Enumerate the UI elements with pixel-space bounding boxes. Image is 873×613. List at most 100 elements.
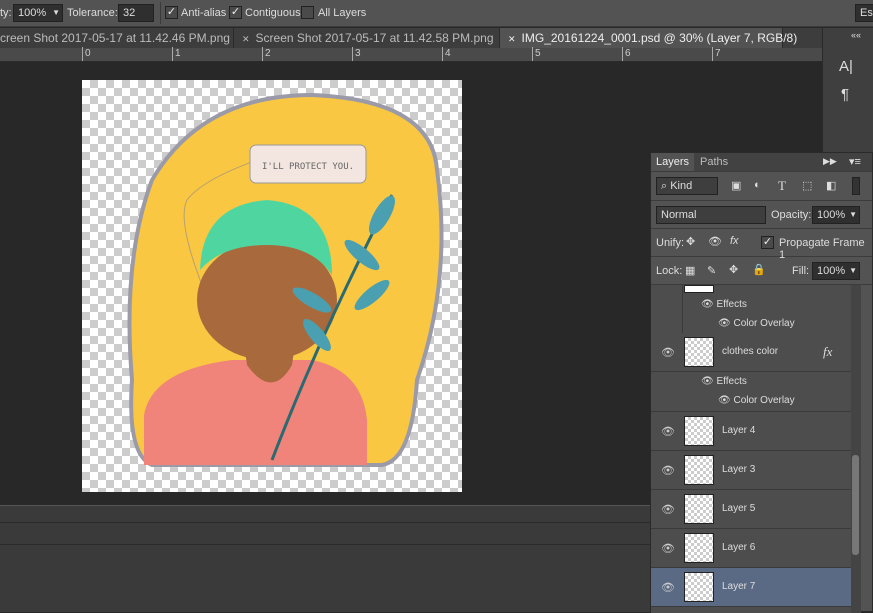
blend-row: Normal Opacity: 100% ▼ <box>651 201 872 229</box>
tab-screenshot-2[interactable]: ✕ Screen Shot 2017-05-17 at 11.42.58 PM.p… <box>234 28 500 48</box>
eye-icon[interactable]: 👁 <box>718 395 733 406</box>
lock-position-icon[interactable]: ✥ <box>729 263 738 276</box>
color-overlay-row[interactable]: 👁 Color Overlay <box>718 314 795 333</box>
layer-thumbnail <box>684 572 714 602</box>
color-overlay-row[interactable]: 👁 Color Overlay <box>718 391 795 410</box>
fill-field[interactable]: 100% ▼ <box>812 262 860 280</box>
layer-name: Layer 3 <box>722 464 756 475</box>
layer-row-layer-4[interactable]: 👁 Layer 4 <box>651 412 851 451</box>
adjustment-filter-icon[interactable]: ◐ <box>754 179 761 191</box>
filter-toggle[interactable] <box>852 177 860 195</box>
layer-name: Layer 5 <box>722 503 756 514</box>
opacity-field[interactable]: 100% ▼ <box>13 4 63 22</box>
panel-menu-icon[interactable]: ▾≡ <box>849 155 861 168</box>
document-tabs: creen Shot 2017-05-17 at 11.42.46 PM.png… <box>0 28 822 48</box>
all-layers-label: All Layers <box>318 7 367 19</box>
unify-style-icon[interactable]: fx <box>730 235 739 247</box>
anti-alias-checkbox[interactable]: ✓ <box>165 6 178 19</box>
layer-thumbnail <box>684 533 714 563</box>
tolerance-input[interactable]: 32 <box>118 4 154 22</box>
ruler-label: 7 <box>715 48 721 59</box>
shirt <box>144 360 367 465</box>
layers-scrollbar[interactable] <box>851 285 861 613</box>
speech-text: I'LL PROTECT YOU. <box>262 162 354 172</box>
effects-label: Effects <box>716 376 747 387</box>
tab-paths[interactable]: Paths <box>700 156 728 168</box>
contiguous-checkbox[interactable]: ✓ <box>229 6 242 19</box>
effects-label: Effects <box>716 299 747 310</box>
scrollbar-thumb[interactable] <box>852 455 859 555</box>
propagate-frame-checkbox[interactable]: ✓ <box>761 236 774 249</box>
image-filter-icon[interactable]: ▣ <box>731 179 741 192</box>
fx-icon[interactable]: fx <box>823 344 832 360</box>
contiguous-label: Contiguous <box>245 7 301 19</box>
eye-icon[interactable]: 👁 <box>661 581 675 594</box>
divider <box>160 2 161 24</box>
ruler-label: 1 <box>175 48 181 59</box>
color-overlay-label: Color Overlay <box>733 395 795 406</box>
close-icon[interactable]: ✕ <box>242 34 250 44</box>
unify-row: Unify: ✥ 👁 fx ✓ Propagate Frame 1 <box>651 229 872 261</box>
effects-row[interactable]: 👁 Effects <box>701 372 747 391</box>
shape-filter-icon[interactable]: ⬚ <box>802 179 812 192</box>
anti-alias-label: Anti-alias <box>181 7 227 19</box>
effects-row[interactable]: 👁 Effects <box>701 295 747 314</box>
layer-row-layer-7-selected[interactable]: 👁 Layer 7 <box>651 568 851 607</box>
tab-psd[interactable]: ✕ IMG_20161224_0001.psd @ 30% (Layer 7, R… <box>500 28 797 48</box>
lock-label: Lock: <box>656 265 683 277</box>
opacity-label: Opacity: <box>771 209 812 221</box>
opacity-value: 100% <box>817 209 846 221</box>
eye-icon[interactable]: 👁 <box>661 346 675 359</box>
eye-icon[interactable]: 👁 <box>718 318 733 329</box>
eye-icon[interactable]: 👁 <box>661 425 675 438</box>
ruler-label: 4 <box>445 48 451 59</box>
paragraph-panel-icon[interactable]: ¶ <box>841 86 849 103</box>
layer-name: clothes color <box>722 346 779 357</box>
eye-icon[interactable]: 👁 <box>701 299 716 310</box>
tab-label: IMG_20161224_0001.psd @ 30% (Layer 7, RG… <box>521 31 798 45</box>
ruler-label: 3 <box>355 48 361 59</box>
eye-icon[interactable]: 👁 <box>661 542 675 555</box>
eye-icon[interactable]: 👁 <box>661 464 675 477</box>
lock-row: Lock: ▦ ✎ ✥ 🔒 Fill: 100% ▼ <box>651 257 872 285</box>
ruler-label: 0 <box>85 48 91 59</box>
layer-row-layer-5[interactable]: 👁 Layer 5 <box>651 490 851 529</box>
layer-name: Layer 4 <box>722 425 756 436</box>
horizontal-ruler: 0 1 2 3 4 5 6 7 <box>0 47 822 62</box>
tab-screenshot-1[interactable]: creen Shot 2017-05-17 at 11.42.46 PM.png <box>0 28 234 48</box>
kind-filter-select[interactable]: ⌕ Kind <box>656 177 718 195</box>
bottom-panel <box>0 505 650 612</box>
tab-layers[interactable]: Layers <box>651 153 695 171</box>
close-icon[interactable]: ✕ <box>508 34 516 44</box>
character-panel-icon[interactable]: A| <box>839 58 853 75</box>
lock-all-icon[interactable]: 🔒 <box>752 263 766 276</box>
eye-icon[interactable]: 👁 <box>661 503 675 516</box>
unify-visibility-icon[interactable]: 👁 <box>708 235 722 248</box>
layer-thumbnail <box>684 337 714 367</box>
unify-position-icon[interactable]: ✥ <box>686 235 695 248</box>
layer-opacity-field[interactable]: 100% ▼ <box>812 206 860 224</box>
smart-object-filter-icon[interactable]: ◧ <box>826 179 836 192</box>
type-filter-icon[interactable]: T <box>778 178 786 194</box>
document-canvas[interactable]: I'LL PROTECT YOU. <box>82 80 462 492</box>
tab-label: Screen Shot 2017-05-17 at 11.42.58 PM.pn… <box>255 31 494 45</box>
ruler-label: 5 <box>535 48 541 59</box>
artwork: I'LL PROTECT YOU. <box>127 92 444 467</box>
chevron-down-icon: ▼ <box>52 8 60 17</box>
expand-icon[interactable]: ▶▶ <box>823 156 837 167</box>
lock-transparency-icon[interactable]: ▦ <box>685 264 695 277</box>
color-overlay-label: Color Overlay <box>733 318 795 329</box>
layer-row-layer-3[interactable]: 👁 Layer 3 <box>651 451 851 490</box>
essentials-button[interactable]: Es <box>855 4 873 22</box>
layer-row-clothes-color[interactable]: 👁 clothes color fx <box>651 333 851 372</box>
layer-thumbnail <box>684 416 714 446</box>
blend-mode-select[interactable]: Normal <box>656 206 766 224</box>
eye-icon[interactable]: 👁 <box>701 376 716 387</box>
ruler-label: 6 <box>625 48 631 59</box>
layer-row-layer-6[interactable]: 👁 Layer 6 <box>651 529 851 568</box>
lock-pixels-icon[interactable]: ✎ <box>707 264 716 277</box>
layers-panel: Layers Paths ▶▶ ▾≡ ⌕ Kind ▣ ◐ T ⬚ ◧ Norm… <box>650 152 873 613</box>
panel-tabs: Layers Paths ▶▶ ▾≡ <box>651 153 872 172</box>
collapse-icon[interactable]: «« <box>851 30 861 40</box>
all-layers-checkbox[interactable] <box>301 6 314 19</box>
